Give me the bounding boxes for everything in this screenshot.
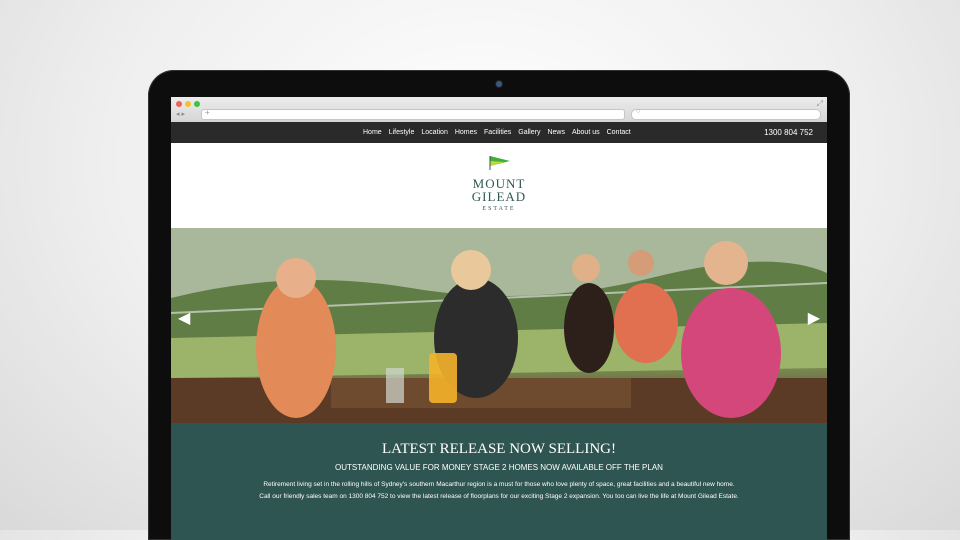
laptop-frame: ◂▸ + ○ ⤢ Home Lifestyle Location Homes F… — [148, 70, 850, 540]
carousel-prev-icon[interactable]: ◀ — [178, 308, 190, 328]
main-menu: Home Lifestyle Location Homes Facilities… — [363, 122, 631, 143]
browser-toolbar: ◂▸ + ○ ⤢ — [171, 97, 827, 123]
menu-item-contact[interactable]: Contact — [607, 129, 631, 136]
close-window-button[interactable] — [176, 101, 182, 107]
menu-item-news[interactable]: News — [547, 129, 565, 136]
brand-name-line2: GILEAD — [471, 189, 527, 204]
search-icon: ○ — [636, 108, 641, 115]
menu-item-homes[interactable]: Homes — [455, 129, 477, 136]
webcam — [496, 81, 502, 87]
laptop-screen: ◂▸ + ○ ⤢ Home Lifestyle Location Homes F… — [171, 97, 827, 540]
minimize-window-button[interactable] — [185, 101, 191, 107]
back-forward-icon[interactable]: ◂▸ — [176, 110, 187, 118]
menu-item-location[interactable]: Location — [421, 129, 447, 136]
menu-item-gallery[interactable]: Gallery — [518, 129, 540, 136]
logo-header: MOUNT GILEAD ESTATE — [171, 143, 827, 228]
menu-item-about-us[interactable]: About us — [572, 129, 600, 136]
carousel-next-icon[interactable]: ▶ — [808, 308, 820, 328]
site-navbar: Home Lifestyle Location Homes Facilities… — [171, 122, 827, 143]
menu-item-home[interactable]: Home — [363, 129, 382, 136]
browser-search-input[interactable]: ○ — [631, 108, 821, 120]
phone-number[interactable]: 1300 804 752 — [764, 122, 813, 143]
release-banner: LATEST RELEASE NOW SELLING! OUTSTANDING … — [171, 423, 827, 540]
hero-carousel: ◀ ▶ — [171, 228, 827, 423]
add-bookmark-icon[interactable]: + — [205, 108, 210, 117]
banner-subheadline: OUTSTANDING VALUE FOR MONEY STAGE 2 HOME… — [335, 463, 663, 472]
banner-headline: LATEST RELEASE NOW SELLING! — [381, 441, 616, 457]
brand-name-line3: ESTATE — [482, 206, 516, 212]
maximize-window-button[interactable] — [194, 101, 200, 107]
menu-item-lifestyle[interactable]: Lifestyle — [389, 129, 415, 136]
hero-photo — [171, 228, 827, 423]
flag-logo-icon[interactable] — [489, 155, 511, 171]
banner-body-text: Retirement living set in the rolling hil… — [259, 481, 739, 500]
menu-item-facilities[interactable]: Facilities — [484, 129, 511, 136]
address-bar[interactable]: + — [201, 108, 625, 120]
fullscreen-icon[interactable]: ⤢ — [817, 99, 823, 109]
